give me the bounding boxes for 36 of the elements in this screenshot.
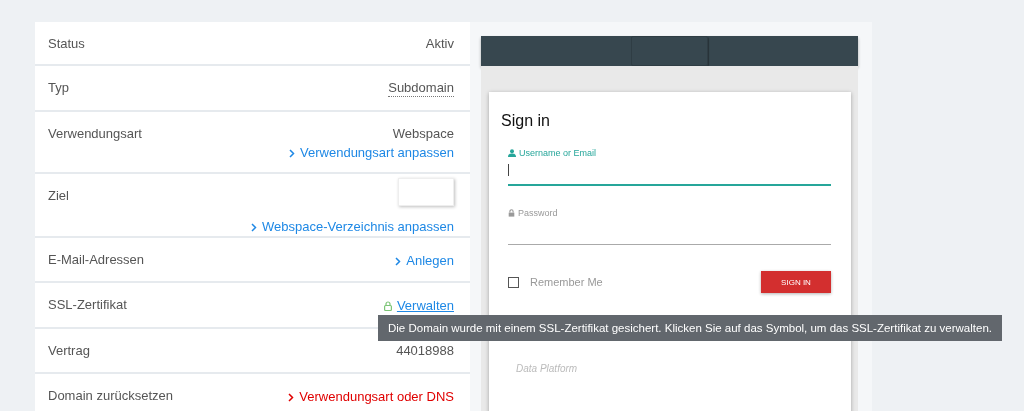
detail-value: Webspace — [392, 126, 454, 142]
chevron-right-icon — [251, 222, 257, 232]
detail-value: Subdomain — [388, 80, 454, 97]
lock-icon — [383, 301, 392, 311]
text-cursor — [508, 164, 509, 176]
chevron-right-icon — [395, 256, 402, 266]
action-link[interactable]: Anlegen — [395, 252, 454, 270]
chevron-right-icon — [288, 392, 295, 402]
remember-label: Remember Me — [530, 276, 603, 288]
chevron-right-icon — [289, 148, 296, 158]
login-field[interactable]: Username or Email — [508, 148, 831, 186]
sign-in-title: Sign in — [501, 112, 550, 130]
reset-link[interactable]: Verwendungsart oder DNS — [288, 388, 454, 406]
detail-value: Aktiv — [425, 36, 454, 52]
field-label: Password — [508, 208, 558, 218]
detail-label: Verwendungsart — [48, 126, 142, 142]
detail-label: SSL-Zertifikat — [48, 297, 127, 313]
thumbnail-frame — [398, 178, 454, 206]
footer-text: Data Platform — [516, 363, 578, 374]
detail-label: E-Mail-Adressen — [48, 252, 145, 268]
field-label: Username or Email — [508, 148, 597, 158]
sign-in-button[interactable]: SIGN IN — [761, 271, 831, 293]
detail-label: Domain zurücksetzen — [48, 388, 173, 404]
action-link[interactable]: Webspace-Verzeichnis anpassen — [251, 218, 454, 236]
detail-label: Ziel — [48, 188, 69, 204]
detail-label: Vertrag — [48, 343, 90, 359]
user-icon — [508, 149, 516, 157]
manage-link[interactable]: Verwalten — [396, 297, 454, 315]
login-field[interactable]: Password — [508, 208, 831, 245]
tooltip: Die Domain wurde mit einem SSL-Zertifikat gesichert. Klicken Sie auf das Symbol, um das SSL-Zertifikat zu verwalten. — [378, 315, 1002, 341]
detail-label: Typ — [48, 80, 69, 96]
detail-label: Status — [48, 36, 85, 52]
detail-value: 44018988 — [396, 343, 454, 359]
lock-icon — [508, 209, 515, 217]
remember-checkbox[interactable] — [508, 276, 519, 288]
action-link[interactable]: Verwendungsart anpassen — [289, 144, 454, 162]
